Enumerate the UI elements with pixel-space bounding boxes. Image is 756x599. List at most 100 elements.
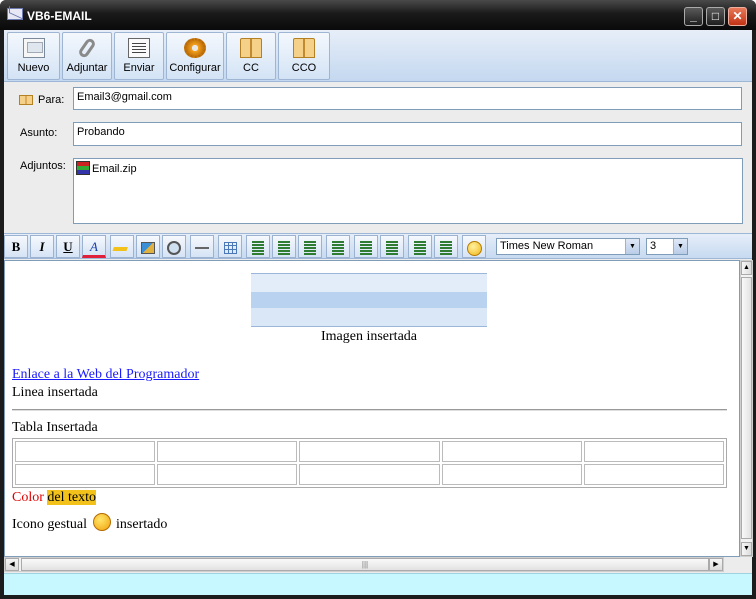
- table-cell[interactable]: [583, 464, 724, 485]
- configure-button-label: Configurar: [169, 62, 221, 74]
- numbered-list-icon: [414, 247, 426, 250]
- justify-button[interactable]: [326, 235, 350, 258]
- emoticon-line: Icono gestual insertado: [12, 513, 167, 533]
- numbered-list-button[interactable]: [408, 235, 432, 258]
- insert-table-button[interactable]: [218, 235, 242, 258]
- table-cell[interactable]: [299, 464, 440, 485]
- highlight-button[interactable]: [110, 235, 134, 258]
- globe-link-icon: [167, 241, 181, 256]
- gear-icon: [184, 38, 206, 58]
- font-name-select[interactable]: Times New Roman ▼: [496, 238, 640, 255]
- chevron-down-icon[interactable]: ▼: [625, 239, 639, 254]
- horizontal-scroll-thumb[interactable]: |||: [21, 558, 709, 571]
- color-text-line: Color del texto: [12, 490, 96, 506]
- insert-emoticon-button[interactable]: [462, 235, 486, 258]
- insert-link-button[interactable]: [162, 235, 186, 258]
- subject-label: Asunto:: [20, 127, 58, 139]
- indent-icon: [386, 247, 398, 250]
- align-center-icon: [278, 247, 290, 250]
- scroll-up-icon[interactable]: ▲: [741, 261, 752, 275]
- scroll-right-icon[interactable]: ▶: [709, 558, 723, 571]
- table-cell[interactable]: [15, 441, 156, 462]
- table-cell[interactable]: [299, 441, 440, 462]
- red-text: Color: [12, 490, 44, 505]
- scroll-left-icon[interactable]: ◀: [5, 558, 19, 571]
- emoticon-text-before: Icono gestual: [12, 517, 88, 532]
- table-row: [15, 441, 724, 462]
- image-icon: [141, 242, 155, 255]
- address-book-icon: [293, 38, 315, 58]
- cco-button[interactable]: CCO: [278, 32, 330, 80]
- cco-button-label: CCO: [291, 62, 317, 74]
- insert-image-button[interactable]: [136, 235, 160, 258]
- justify-icon: [332, 247, 344, 250]
- subject-field[interactable]: Probando: [73, 122, 742, 146]
- bullet-list-icon: [440, 247, 452, 250]
- scroll-down-icon[interactable]: ▼: [741, 542, 752, 556]
- main-toolbar: Nuevo Adjuntar Enviar Configurar CC CCO: [4, 30, 752, 82]
- smiley-icon: [92, 513, 111, 531]
- font-name-value: Times New Roman: [500, 240, 594, 252]
- inserted-table: [12, 438, 727, 488]
- outdent-button[interactable]: [354, 235, 378, 258]
- bold-button[interactable]: B: [4, 235, 28, 258]
- horizontal-scrollbar[interactable]: ◀ ||| ▶: [4, 557, 724, 572]
- new-button[interactable]: Nuevo: [7, 32, 60, 80]
- font-size-select[interactable]: 3 ▼: [646, 238, 688, 255]
- status-bar: [4, 573, 752, 595]
- inserted-line-text: Linea insertada: [12, 385, 98, 400]
- format-toolbar: B I U A Times New Roman ▼ 3 ▼: [4, 233, 752, 259]
- attachments-box[interactable]: Email.zip: [73, 158, 743, 224]
- outdent-icon: [360, 247, 372, 250]
- send-button[interactable]: Enviar: [114, 32, 164, 80]
- address-book-icon[interactable]: [19, 95, 33, 105]
- table-cell[interactable]: [441, 464, 582, 485]
- configure-button[interactable]: Configurar: [166, 32, 224, 80]
- attachments-label: Adjuntos:: [20, 160, 66, 172]
- chevron-down-icon[interactable]: ▼: [673, 239, 687, 254]
- maximize-button[interactable]: □: [706, 7, 725, 26]
- table-cell[interactable]: [157, 441, 298, 462]
- underline-button[interactable]: U: [56, 235, 80, 258]
- new-button-label: Nuevo: [17, 62, 50, 74]
- align-right-icon: [304, 247, 316, 250]
- cc-button[interactable]: CC: [226, 32, 276, 80]
- minimize-button[interactable]: _: [684, 7, 703, 26]
- app-window: VB6-EMAIL _ □ ✕ Nuevo Adjuntar Enviar Co…: [0, 0, 756, 599]
- table-cell[interactable]: [441, 441, 582, 462]
- vertical-scroll-thumb[interactable]: [741, 277, 752, 539]
- italic-button[interactable]: I: [30, 235, 54, 258]
- message-editor[interactable]: Imagen insertada Enlace a la Web del Pro…: [4, 260, 740, 557]
- table-cell[interactable]: [583, 441, 724, 462]
- table-cell[interactable]: [15, 464, 156, 485]
- font-color-button[interactable]: A: [82, 235, 106, 258]
- insert-line-button[interactable]: [190, 235, 214, 258]
- attachment-item[interactable]: Email.zip: [92, 163, 137, 175]
- programmer-web-link[interactable]: Enlace a la Web del Programador: [12, 367, 199, 383]
- to-field[interactable]: Email3@gmail.com: [73, 87, 742, 110]
- mail-icon: [7, 8, 23, 20]
- title-bar[interactable]: VB6-EMAIL _ □ ✕: [0, 0, 756, 30]
- window-title: VB6-EMAIL: [27, 9, 92, 23]
- client-area: Nuevo Adjuntar Enviar Configurar CC CCO: [4, 30, 753, 595]
- inserted-image: [251, 273, 487, 327]
- close-button[interactable]: ✕: [728, 7, 747, 26]
- archive-icon: [76, 161, 90, 175]
- address-book-icon: [240, 38, 262, 58]
- attach-button[interactable]: Adjuntar: [62, 32, 112, 80]
- emoticon-text-after: insertado: [116, 517, 168, 532]
- bullet-list-button[interactable]: [434, 235, 458, 258]
- table-icon: [223, 242, 237, 255]
- align-right-button[interactable]: [298, 235, 322, 258]
- font-size-value: 3: [650, 240, 657, 252]
- send-button-label: Enviar: [123, 62, 155, 74]
- table-cell[interactable]: [157, 464, 298, 485]
- vertical-scrollbar[interactable]: ▲ ▼: [740, 260, 753, 557]
- align-center-button[interactable]: [272, 235, 296, 258]
- align-left-button[interactable]: [246, 235, 270, 258]
- smiley-icon: [466, 240, 482, 256]
- highlighter-icon: [112, 237, 132, 251]
- highlighted-text: del texto: [47, 490, 96, 505]
- indent-button[interactable]: [380, 235, 404, 258]
- paperclip-icon: [77, 36, 97, 60]
